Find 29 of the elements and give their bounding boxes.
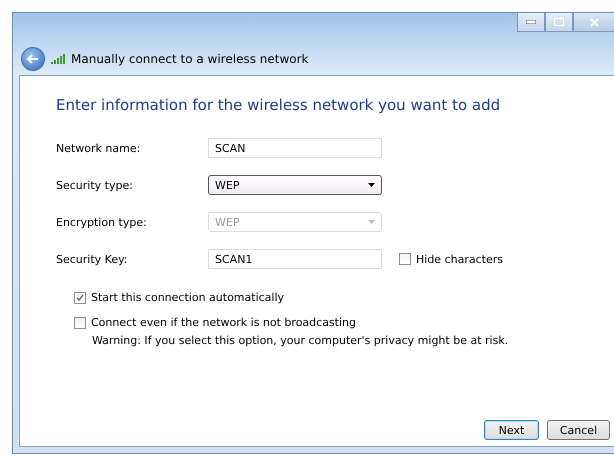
warning-text: Warning: If you select this option, your computer's privacy might be at risk. xyxy=(92,334,510,347)
page-heading: Enter information for the wireless network you want to add xyxy=(56,96,502,114)
checkbox-label: Connect even if the network is not broadcasting xyxy=(91,316,356,329)
close-button[interactable] xyxy=(573,13,614,32)
field-label: Encryption type: xyxy=(56,216,148,228)
back-arrow-icon xyxy=(27,54,39,64)
checkbox[interactable] xyxy=(399,253,411,265)
close-icon xyxy=(590,18,598,26)
minimize-button[interactable] xyxy=(517,13,545,32)
input-field[interactable]: SCAN1 xyxy=(208,249,382,269)
checkbox[interactable] xyxy=(74,292,86,304)
next-button[interactable]: Next xyxy=(484,420,539,440)
caret-icon xyxy=(368,220,375,224)
minimize-icon xyxy=(526,20,536,24)
check-icon xyxy=(76,294,84,302)
cancel-button[interactable]: Cancel xyxy=(547,420,610,440)
maximize-icon xyxy=(554,18,564,26)
field-label: Network name: xyxy=(56,142,142,154)
field-label: Security type: xyxy=(56,178,134,192)
input-field[interactable]: SCAN xyxy=(208,138,382,158)
back-button[interactable] xyxy=(21,47,45,71)
checkbox[interactable] xyxy=(74,316,86,328)
checkbox-label: Start this connection automatically xyxy=(91,291,284,304)
checkbox-label: Hide characters xyxy=(416,252,503,266)
field-label: Security Key: xyxy=(56,252,129,266)
dropdown[interactable]: WEP xyxy=(208,175,382,195)
window-title: Manually connect to a wireless network xyxy=(71,52,309,66)
caret-icon xyxy=(368,183,375,187)
signal-icon xyxy=(51,54,65,64)
